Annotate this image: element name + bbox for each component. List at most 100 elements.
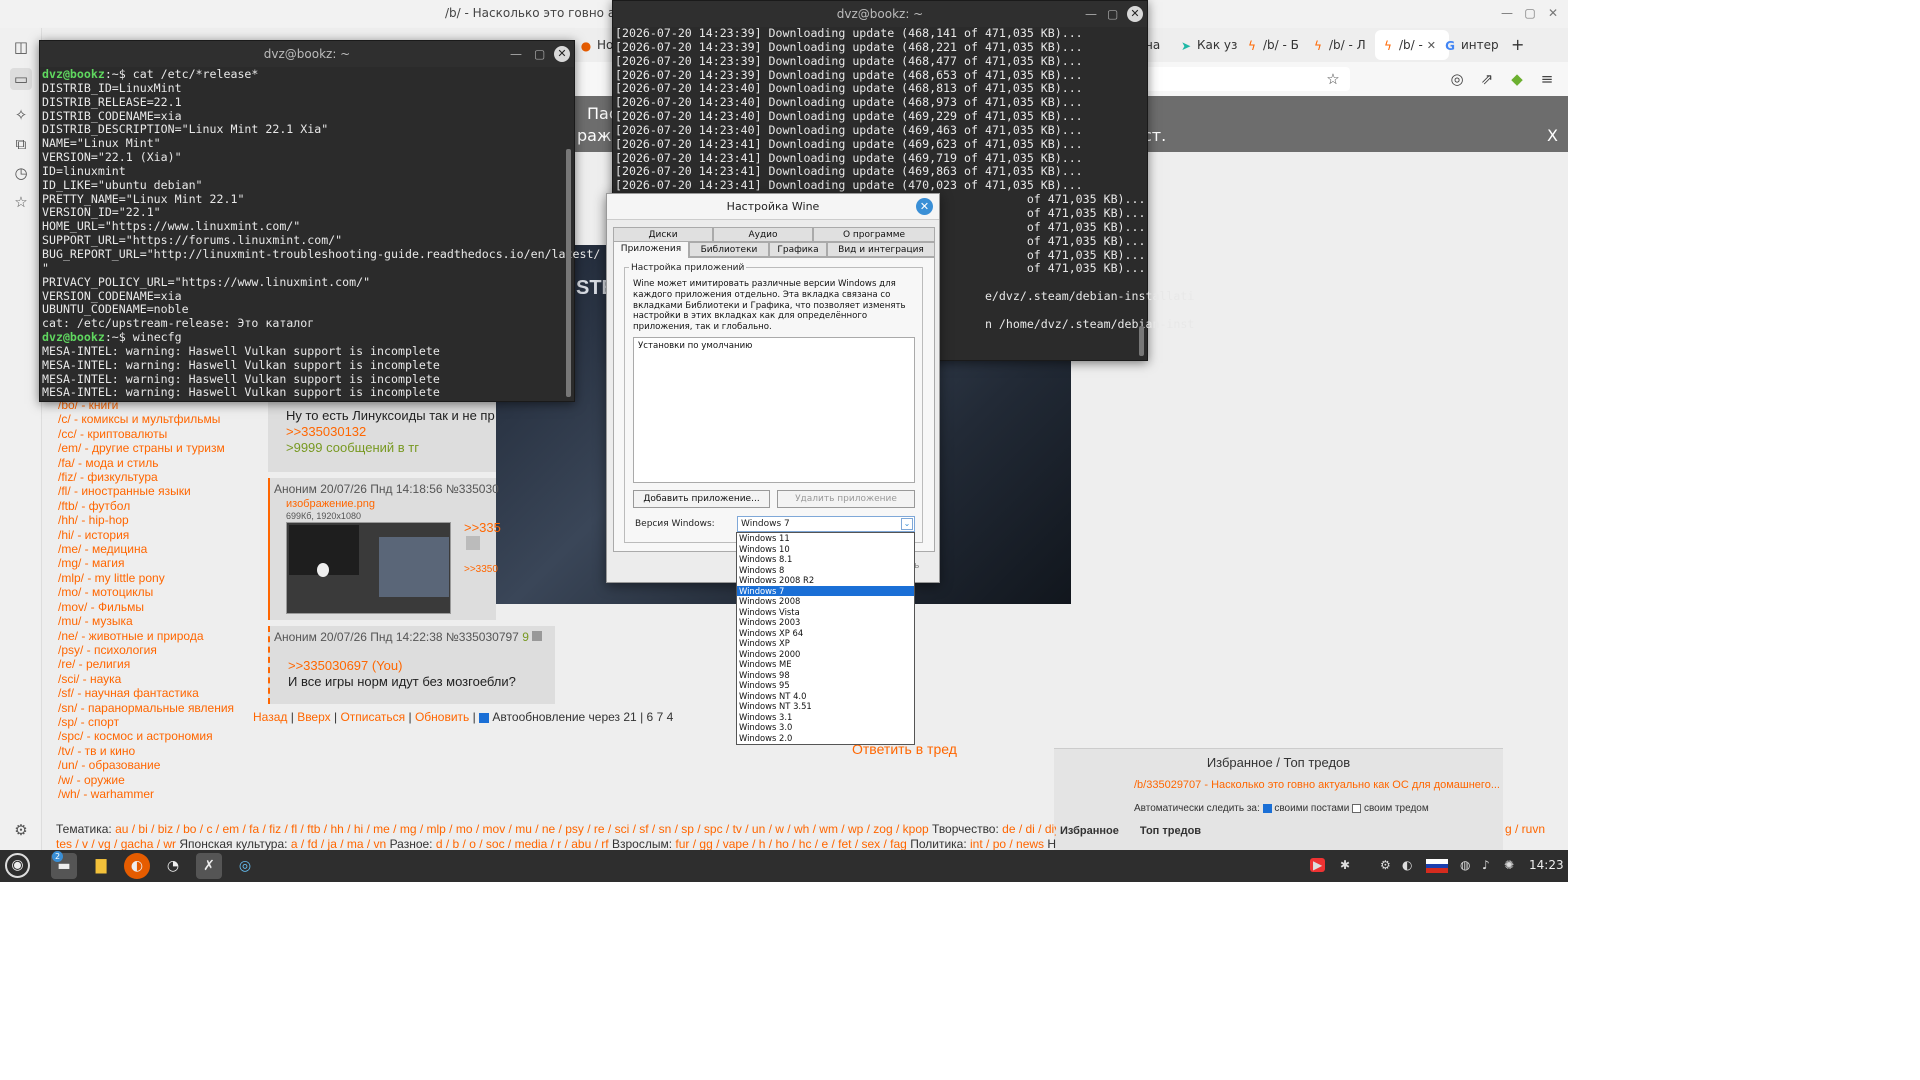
browser-tab-active[interactable]: ϟ/b/ - ✕ <box>1375 30 1449 60</box>
dropdown-option[interactable]: Windows 2008 R2 <box>737 575 914 586</box>
remove-application-button[interactable]: Удалить приложение <box>777 490 915 508</box>
tab-favorites[interactable]: Избранное <box>1060 825 1119 837</box>
bookmark-star-icon[interactable]: ☆ <box>1324 70 1342 88</box>
network-icon[interactable]: ◐ <box>1402 858 1412 872</box>
board-link[interactable]: /cc/ - криптовалюты <box>58 427 258 441</box>
watch-own-posts-checkbox[interactable] <box>1262 803 1272 813</box>
dropdown-option[interactable]: Windows ME <box>737 659 914 670</box>
close-tab-icon[interactable]: ✕ <box>1427 39 1436 52</box>
banner-close-button[interactable]: X <box>1547 126 1558 145</box>
brightness-icon[interactable]: ✺ <box>1504 858 1514 872</box>
board-link[interactable]: /spc/ - космос и астрономия <box>58 729 258 743</box>
dropdown-option[interactable]: Windows Vista <box>737 607 914 618</box>
volume-icon[interactable]: ♪ <box>1482 858 1490 872</box>
close-button[interactable]: ✕ <box>1546 6 1560 20</box>
dropdown-option[interactable]: Windows 11 <box>737 533 914 544</box>
minimize-button[interactable]: — <box>510 47 522 61</box>
back-link[interactable]: Назад <box>253 710 287 724</box>
dropdown-option[interactable]: Windows 98 <box>737 670 914 681</box>
dropdown-option[interactable]: Windows 3.0 <box>737 722 914 733</box>
board-link[interactable]: /mlp/ - my little pony <box>58 571 258 585</box>
tab-applications[interactable]: Приложения <box>613 241 689 258</box>
dropdown-option[interactable]: Windows XP 64 <box>737 628 914 639</box>
dropdown-option[interactable]: Windows 8 <box>737 565 914 576</box>
sidebar-toggle-icon[interactable]: ▭ <box>10 68 32 90</box>
dropdown-option[interactable]: Windows 2008 <box>737 596 914 607</box>
board-link[interactable]: /mo/ - мотоциклы <box>58 585 258 599</box>
dropdown-option[interactable]: Windows 7 <box>737 585 914 596</box>
tray-app-icon[interactable]: ▶ <box>1310 858 1326 872</box>
unsubscribe-link[interactable]: Отписаться <box>340 710 405 724</box>
close-button[interactable]: ✕ <box>1127 6 1143 22</box>
steam-taskbar-icon[interactable]: ◎ <box>232 853 258 879</box>
tab-graphics[interactable]: Графика <box>769 242 827 257</box>
chevron-down-icon[interactable]: ⌄ <box>901 518 913 530</box>
close-button[interactable]: ✕ <box>554 46 570 62</box>
board-link[interactable]: /psy/ - психология <box>58 643 258 657</box>
autoupdate-checkbox[interactable] <box>479 712 490 723</box>
board-link[interactable]: /hi/ - история <box>58 528 258 542</box>
files-taskbar-icon[interactable]: ▇ <box>88 853 114 879</box>
addon-icon[interactable]: ◆ <box>1508 70 1526 88</box>
menu-icon[interactable]: ≡ <box>1538 70 1556 88</box>
board-link[interactable]: /un/ - образование <box>58 758 258 772</box>
attachment-thumbnail[interactable] <box>286 522 451 614</box>
maximize-button[interactable]: ▢ <box>1107 7 1118 21</box>
add-application-button[interactable]: Добавить приложение... <box>633 490 770 508</box>
board-link[interactable]: /mg/ - магия <box>58 556 258 570</box>
maximize-button[interactable]: ▢ <box>534 47 545 61</box>
board-link[interactable]: /re/ - религия <box>58 657 258 671</box>
tab-about[interactable]: О программе <box>813 227 935 242</box>
maximize-button[interactable]: ▢ <box>1523 6 1537 20</box>
reply-link[interactable]: >>335030697 (You) <box>288 658 402 673</box>
attachment-filename[interactable]: изображение.png <box>286 498 375 510</box>
board-link[interactable]: /sci/ - наука <box>58 672 258 686</box>
play-icon[interactable] <box>532 631 543 641</box>
dialog-close-button[interactable]: ✕ <box>916 198 933 215</box>
dropdown-option[interactable]: Windows 8.1 <box>737 554 914 565</box>
board-link[interactable]: /c/ - комиксы и мультфильмы <box>58 412 258 426</box>
up-link[interactable]: Вверх <box>297 710 330 724</box>
reply-link[interactable]: >>335 <box>464 520 501 535</box>
extensions-icon[interactable]: ⇗ <box>1478 70 1496 88</box>
tab-top-threads[interactable]: Топ тредов <box>1140 825 1201 837</box>
watch-own-thread-checkbox[interactable] <box>1352 803 1362 813</box>
board-link[interactable]: /ne/ - животные и природа <box>58 629 258 643</box>
tab-audio[interactable]: Аудио <box>713 227 813 242</box>
dropdown-option[interactable]: Windows 2003 <box>737 617 914 628</box>
synced-tabs-icon[interactable]: ⧉ <box>10 133 32 155</box>
board-link[interactable]: /fa/ - мода и стиль <box>58 456 258 470</box>
clock[interactable]: 14:23 <box>1529 858 1564 872</box>
board-link[interactable]: /fiz/ - физкультура <box>58 470 258 484</box>
board-link[interactable]: /ftb/ - футбол <box>58 499 258 513</box>
windows-version-select[interactable]: Windows 7 ⌄ <box>737 516 915 532</box>
bookmarks-icon[interactable]: ☆ <box>10 191 32 213</box>
notifications-icon[interactable]: ◍ <box>1460 858 1470 872</box>
browser-tab[interactable]: ϟ/b/ - Л <box>1311 30 1373 60</box>
dropdown-option[interactable]: Windows 3.1 <box>737 712 914 723</box>
dropdown-option[interactable]: Windows XP <box>737 638 914 649</box>
board-link[interactable]: /em/ - другие страны и туризм <box>58 441 258 455</box>
mint-menu-icon[interactable]: ◉ <box>5 853 30 878</box>
wine-taskbar-icon[interactable]: ✗ <box>196 853 222 879</box>
footer-links-right[interactable]: g / ruvn <box>1505 822 1545 836</box>
dropdown-option[interactable]: Windows 2000 <box>737 649 914 660</box>
history-icon[interactable]: ◷ <box>10 162 32 184</box>
board-link[interactable]: /sn/ - паранормальные явления <box>58 701 258 715</box>
board-link[interactable]: /fl/ - иностранные языки <box>58 484 258 498</box>
board-link[interactable]: /me/ - медицина <box>58 542 258 556</box>
network-taskbar-icon[interactable]: ◔ <box>160 853 186 879</box>
new-tab-button[interactable]: + <box>1511 30 1531 60</box>
browser-tab[interactable]: Gинтер <box>1443 30 1505 60</box>
board-link[interactable]: /sf/ - научная фантастика <box>58 686 258 700</box>
refresh-link[interactable]: Обновить <box>415 710 469 724</box>
board-link[interactable]: /sp/ - спорт <box>58 715 258 729</box>
board-link[interactable]: /mov/ - Фильмы <box>58 600 258 614</box>
tab-libraries[interactable]: Библиотеки <box>689 242 769 257</box>
firefox-taskbar-icon[interactable]: ◐ <box>124 853 150 879</box>
dropdown-option[interactable]: Windows 95 <box>737 680 914 691</box>
application-list[interactable]: Установки по умолчанию <box>633 337 915 483</box>
board-link[interactable]: /wh/ - warhammer <box>58 787 258 801</box>
dropdown-option[interactable]: Windows 10 <box>737 544 914 555</box>
tab-drives[interactable]: Диски <box>613 227 713 242</box>
